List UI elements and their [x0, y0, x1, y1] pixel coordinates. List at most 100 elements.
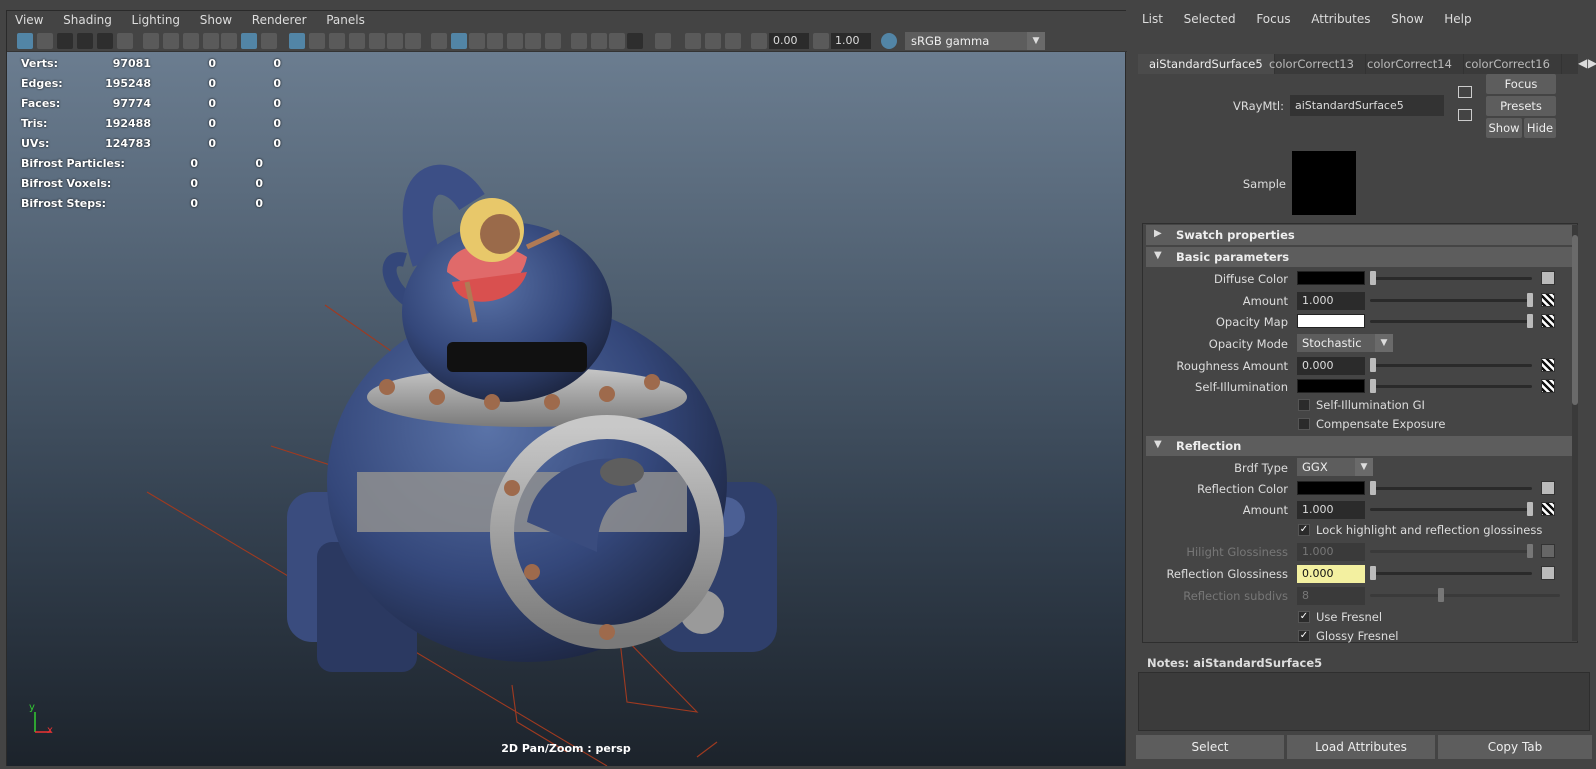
brdf-type-select[interactable]: GGX: [1297, 458, 1355, 476]
self-illumination-slider[interactable]: [1370, 385, 1532, 388]
map-button-icon[interactable]: [1541, 271, 1555, 285]
self-illumination-slider-knob[interactable]: [1370, 379, 1376, 393]
shadows-icon[interactable]: [545, 33, 561, 49]
isolate-icon[interactable]: [387, 33, 403, 49]
map-button-icon[interactable]: [1541, 481, 1555, 495]
resolution-gate-icon[interactable]: [183, 33, 199, 49]
use-fresnel-checkbox[interactable]: ✓: [1298, 611, 1310, 623]
snapshot-icon[interactable]: [117, 33, 133, 49]
gate-mask-icon[interactable]: [203, 33, 219, 49]
load-attributes-button[interactable]: Load Attributes: [1287, 735, 1435, 759]
opacity-map-slider-knob[interactable]: [1527, 314, 1533, 328]
grease-pencil-icon[interactable]: [143, 33, 159, 49]
roughness-amount-field[interactable]: 0.000: [1297, 357, 1365, 375]
diffuse-color-slider-knob[interactable]: [1370, 271, 1376, 285]
camera-attributes-icon[interactable]: [37, 33, 53, 49]
text-hud-icon[interactable]: [405, 33, 421, 49]
self-illumination-swatch[interactable]: [1297, 379, 1365, 393]
wireframe-on-shaded-icon[interactable]: [469, 33, 485, 49]
chevron-down-icon[interactable]: ▼: [1027, 32, 1045, 50]
brush-icon[interactable]: [261, 33, 277, 49]
safe-title-icon[interactable]: [329, 33, 345, 49]
roughness-amount-slider[interactable]: [1370, 364, 1532, 367]
notes-textarea[interactable]: [1138, 672, 1590, 731]
wireframe-icon[interactable]: [431, 33, 447, 49]
hide-button[interactable]: Hide: [1524, 118, 1556, 138]
smooth-shade-icon[interactable]: [451, 33, 467, 49]
select-button[interactable]: Select: [1136, 735, 1284, 759]
exposure-icon[interactable]: [751, 33, 767, 49]
reflection-glossiness-slider[interactable]: [1370, 572, 1532, 575]
menu-panels[interactable]: Panels: [318, 11, 373, 27]
tab-colorcorrect14[interactable]: colorCorrect14: [1356, 54, 1464, 74]
menu-focus[interactable]: Focus: [1246, 10, 1297, 26]
tab-aistandardsurface5[interactable]: aiStandardSurface5: [1138, 54, 1275, 74]
menu-view[interactable]: View: [7, 11, 51, 27]
reflection-amount-slider-knob[interactable]: [1527, 502, 1533, 516]
glossy-fresnel-checkbox[interactable]: ✓: [1298, 630, 1310, 642]
tab-colorcorrect16[interactable]: colorCorrect16: [1454, 54, 1562, 74]
grid-icon[interactable]: [289, 33, 305, 49]
tabs-scroll-left-icon[interactable]: ◀: [1578, 56, 1587, 70]
amount-slider[interactable]: [1370, 299, 1532, 302]
scrollbar-thumb[interactable]: [1572, 235, 1578, 405]
reflection-color-slider-knob[interactable]: [1370, 481, 1376, 495]
image-plane-icon[interactable]: [77, 33, 93, 49]
reflection-glossiness-field[interactable]: 0.000: [1297, 565, 1365, 583]
field-chart-icon[interactable]: [221, 33, 237, 49]
reflection-color-swatch[interactable]: [1297, 481, 1365, 495]
section-reflection[interactable]: ▼ Reflection: [1146, 436, 1572, 456]
chevron-down-icon[interactable]: ▼: [1375, 334, 1393, 352]
menu-list[interactable]: List: [1132, 10, 1170, 26]
roughness-slider-knob[interactable]: [1370, 358, 1376, 372]
tabs-scroll-right-icon[interactable]: ▶: [1588, 56, 1596, 70]
material-name-field[interactable]: aiStandardSurface5: [1290, 95, 1444, 116]
reflection-color-slider[interactable]: [1370, 487, 1532, 490]
viewport-3d-scene[interactable]: Verts: 97081 0 0 Edges: 195248 0 0 Faces: 97774 0 0…: [7, 52, 1125, 766]
gate-icon[interactable]: [349, 33, 365, 49]
output-connection-icon[interactable]: [1458, 109, 1472, 121]
reflection-glossiness-slider-knob[interactable]: [1370, 566, 1376, 580]
compensate-exposure-checkbox[interactable]: [1298, 418, 1310, 430]
ambient-occlusion-icon[interactable]: [571, 33, 587, 49]
depth-of-field-icon[interactable]: [627, 33, 643, 49]
menu-lighting[interactable]: Lighting: [124, 11, 189, 27]
bookmark-icon[interactable]: [57, 33, 73, 49]
diffuse-color-slider[interactable]: [1370, 277, 1532, 280]
gamma-icon[interactable]: [813, 33, 829, 49]
checker-map-icon[interactable]: [1541, 293, 1555, 307]
checker-map-icon[interactable]: [1541, 358, 1555, 372]
input-connection-icon[interactable]: [1458, 86, 1472, 98]
focus-button[interactable]: Focus: [1486, 74, 1556, 94]
menu-selected[interactable]: Selected: [1174, 10, 1243, 26]
motion-blur-icon[interactable]: [591, 33, 607, 49]
overscan-icon[interactable]: [369, 33, 385, 49]
xray-icon[interactable]: [507, 33, 523, 49]
presets-button[interactable]: Presets: [1486, 96, 1556, 116]
map-button-icon[interactable]: [1541, 566, 1555, 580]
rotate-camera-icon[interactable]: [97, 33, 113, 49]
amount-slider-knob[interactable]: [1527, 293, 1533, 307]
opacity-mode-select[interactable]: Stochastic: [1297, 334, 1375, 352]
film-gate-icon[interactable]: [163, 33, 179, 49]
pan-zoom-icon[interactable]: [241, 33, 257, 49]
xray-joints-icon[interactable]: [685, 33, 701, 49]
textured-icon[interactable]: [487, 33, 503, 49]
opacity-map-swatch[interactable]: [1297, 314, 1365, 328]
section-swatch-properties[interactable]: ▶ Swatch properties: [1146, 225, 1572, 245]
opacity-map-slider[interactable]: [1370, 320, 1532, 323]
reflection-amount-slider[interactable]: [1370, 508, 1532, 511]
exposure-field[interactable]: 0.00: [769, 33, 809, 49]
self-illumination-gi-checkbox[interactable]: [1298, 399, 1310, 411]
lock-glossiness-checkbox[interactable]: ✓: [1298, 524, 1310, 536]
menu-help[interactable]: Help: [1434, 10, 1478, 26]
color-space-select[interactable]: sRGB gamma: [905, 32, 1045, 50]
xray-components-icon[interactable]: [705, 33, 721, 49]
select-camera-icon[interactable]: [17, 33, 33, 49]
gamma-field[interactable]: 1.00: [831, 33, 871, 49]
chevron-down-icon[interactable]: ▼: [1355, 458, 1373, 476]
checker-map-icon[interactable]: [1541, 502, 1555, 516]
lights-icon[interactable]: [525, 33, 541, 49]
checker-map-icon[interactable]: [1541, 379, 1555, 393]
copy-tab-button[interactable]: Copy Tab: [1438, 735, 1592, 759]
